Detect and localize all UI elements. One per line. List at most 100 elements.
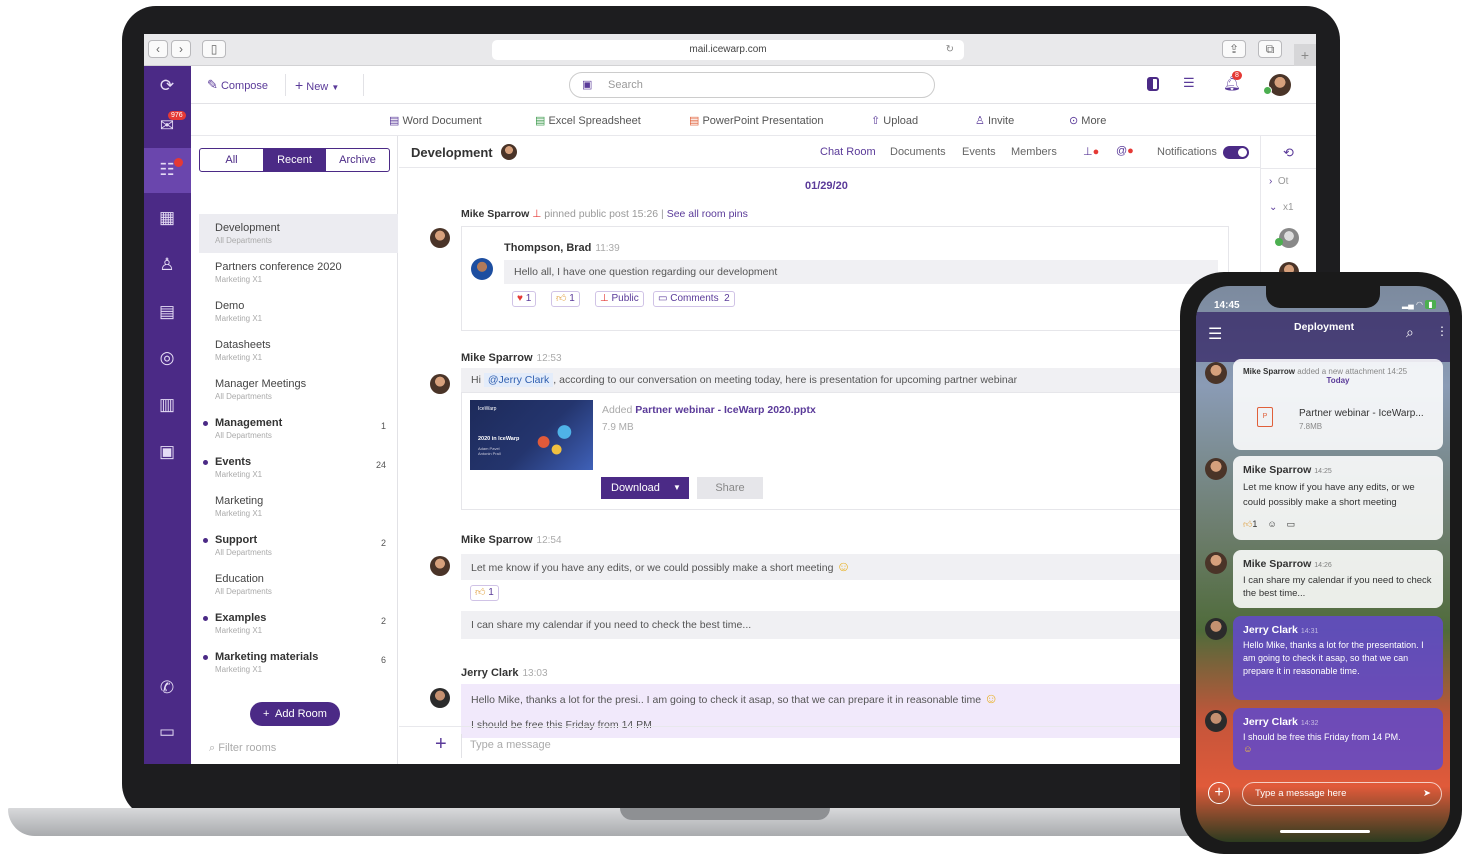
rail-group-1[interactable]: › Ot [1269,176,1288,187]
heart-icon: ♥ [517,293,523,304]
room-name: Partners conference 2020 [215,261,342,273]
room-item[interactable]: Marketing Marketing X1 [199,487,398,526]
tabs-icon[interactable]: ⧉ [1258,40,1282,58]
tab-recent[interactable]: Recent [263,149,326,171]
divider [285,74,286,96]
phone-message-own: Jerry Clark 14:32 I should be free this F… [1233,708,1443,770]
room-item[interactable]: Marketing materials Marketing X1 6 [199,643,398,682]
public-button[interactable]: ⊥ Public [595,291,644,307]
powerpoint-button[interactable]: ▤ PowerPoint Presentation [689,114,824,127]
notes-icon[interactable]: ▥ [155,393,179,417]
unread-count: 1 [380,421,386,431]
share-button[interactable]: Share [697,477,763,499]
room-item[interactable]: Events Marketing X1 24 [199,448,398,487]
more-vertical-icon[interactable]: ⋮ [1436,324,1448,338]
trash-icon[interactable]: ▣ [155,440,179,464]
history-icon[interactable]: ⟲ [1283,145,1294,161]
room-item[interactable]: Development All Departments [199,214,398,253]
meeting-icon[interactable]: ▭ [155,720,179,744]
search-input[interactable]: ▣ Search [569,72,935,98]
room-department: Marketing X1 [215,509,263,518]
compose-icon: ✎ [207,77,218,92]
filter-rooms-input[interactable]: ⌕ Filter rooms [209,742,276,755]
upload-button[interactable]: ⇧ Upload [871,114,918,127]
room-item[interactable]: Education All Departments [199,565,398,604]
compose-button[interactable]: ✎ Compose [207,77,268,93]
new-tab-icon[interactable]: + [1294,44,1316,66]
phone-message-input[interactable]: Type a message here ➤ [1242,782,1442,806]
room-department: Marketing X1 [215,353,263,362]
new-button[interactable]: + New ▼ [295,77,339,93]
emoji-add-icon[interactable]: ☺ [1267,519,1276,529]
phone-icon[interactable]: ✆ [155,676,179,700]
phone-plus-icon[interactable]: + [1208,782,1230,804]
contacts-icon[interactable]: ♙ [155,253,179,277]
url-bar[interactable]: mail.icewarp.com ↻ [492,40,964,60]
add-room-button[interactable]: + Add Room [250,702,340,726]
forward-icon[interactable]: › [171,40,191,58]
member-avatar[interactable] [1279,228,1299,248]
pin-filter-icon[interactable]: ⊥● [1083,145,1099,158]
upload-icon: ⇧ [871,115,881,127]
word-document-button[interactable]: ▤ Word Document [389,114,482,127]
tab-events[interactable]: Events [962,146,996,158]
room-item[interactable]: Manager Meetings All Departments [199,370,398,409]
documents-icon[interactable]: ▤ [155,300,179,324]
phone-message: Mike Sparrow 14:25 Let me know if you hav… [1233,456,1443,540]
invite-button[interactable]: ♙ Invite [975,114,1014,127]
room-name: Manager Meetings [215,378,307,390]
tasks-icon[interactable]: ◎ [155,346,179,370]
reply-icon[interactable]: ▭ [1287,519,1296,529]
tab-chat-room[interactable]: Chat Room [820,146,876,158]
message-input[interactable]: + Type a message [399,726,1316,764]
tab-archive[interactable]: Archive [326,149,389,171]
comments-button[interactable]: ▭ Comments 2 [653,291,735,307]
reload-icon[interactable]: ↻ [946,40,954,60]
calendar-icon[interactable]: ▦ [155,206,179,230]
room-item[interactable]: Datasheets Marketing X1 [199,331,398,370]
menu-icon[interactable]: ☰ [1208,324,1222,344]
room-item[interactable]: Support All Departments 2 [199,526,398,565]
heart-reaction[interactable]: ♥ 1 [512,291,537,307]
share-icon[interactable]: ⇪ [1222,40,1246,58]
excel-spreadsheet-button[interactable]: ▤ Excel Spreadsheet [535,114,641,127]
notifications-toggle[interactable] [1223,146,1249,159]
see-all-pins-link[interactable]: See all room pins [667,208,748,220]
sidebar-toggle-icon[interactable]: ▯ [202,40,226,58]
thumbs-reaction[interactable]: 👍︎ 1 [551,291,580,307]
sunglasses-emoji-icon: ☺ [1243,744,1253,755]
search-icon[interactable]: ⌕ [1406,324,1414,341]
back-icon[interactable]: ‹ [148,40,168,58]
more-button[interactable]: ⊙ More [1069,114,1106,127]
rail-group-2[interactable]: ⌄ x1 [1269,202,1294,213]
send-icon[interactable]: ➤ [1423,783,1431,805]
room-item[interactable]: Management All Departments 1 [199,409,398,448]
date-separator: 01/29/20 [805,180,848,192]
room-item[interactable]: Partners conference 2020 Marketing X1 [199,253,398,292]
unread-count: 2 [380,538,386,548]
room-department: All Departments [215,236,272,245]
status-time: 14:45 [1214,300,1240,311]
user-avatar[interactable] [1269,74,1291,96]
message-author: Mike Sparrow 12:53 [461,352,562,364]
download-button[interactable]: Download ▼ [601,477,689,499]
filter-list-icon[interactable]: ☰ [1183,75,1195,91]
mention[interactable]: @Jerry Clark [483,373,554,387]
tab-documents[interactable]: Documents [890,146,946,158]
browser-toolbar: ‹ › ▯ mail.icewarp.com ↻ ⇪ ⧉ + [144,34,1316,66]
main-toolbar: ✎ Compose + New ▼ ▣ Search ☰ 🔔︎ 8 [191,66,1316,104]
plus-icon[interactable]: + [435,733,447,756]
tab-all[interactable]: All [200,149,263,171]
unread-dot [203,538,208,543]
room-item[interactable]: Examples Marketing X1 2 [199,604,398,643]
room-department: Marketing X1 [215,314,263,323]
room-item[interactable]: Demo Marketing X1 [199,292,398,331]
sync-icon[interactable]: ⟳ [155,74,179,98]
presentation-thumbnail[interactable]: IceWarp 2020 in IceWarp Adam Pavel Anton… [470,400,593,470]
mention-filter-icon[interactable]: @● [1116,145,1134,157]
room-department: Marketing X1 [215,470,263,479]
tab-members[interactable]: Members [1011,146,1057,158]
phone-reactions[interactable]: 👍︎1 ☺ ▭ [1243,519,1295,530]
theme-icon[interactable] [1147,77,1159,91]
thumbs-reaction[interactable]: 👍︎ 1 [470,585,499,601]
